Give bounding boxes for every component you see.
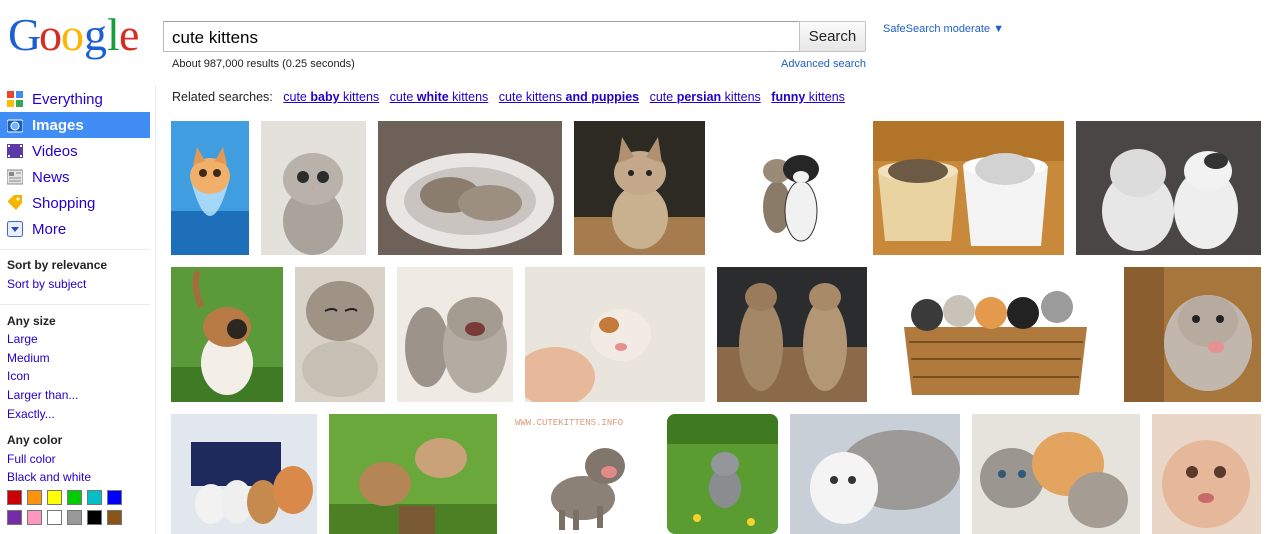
divider (0, 249, 150, 250)
image-result[interactable] (1076, 121, 1261, 255)
nav-item-videos[interactable]: Videos (0, 138, 155, 164)
image-result[interactable] (879, 267, 1112, 402)
svg-text:l: l (107, 10, 120, 60)
sort-by-subject-link[interactable]: Sort by subject (7, 277, 86, 291)
related-link[interactable]: cute white kittens (390, 90, 489, 104)
size-icon-link[interactable]: Icon (7, 369, 30, 383)
svg-text:g: g (84, 10, 107, 60)
nav-item-news[interactable]: News (0, 164, 155, 190)
related-link[interactable]: funny kittens (771, 90, 845, 104)
image-result[interactable] (171, 414, 317, 534)
color-swatch[interactable] (87, 510, 102, 525)
safesearch-dropdown[interactable]: SafeSearch moderate ▼ (883, 23, 1004, 35)
image-result[interactable] (378, 121, 562, 255)
related-link[interactable]: cute kittens and puppies (499, 90, 639, 104)
color-heading: Any color (7, 433, 63, 447)
full-color-link[interactable]: Full color (7, 452, 56, 466)
nav-label: Videos (32, 142, 78, 160)
nav-label: Everything (32, 90, 103, 108)
result-stats: About 987,000 results (0.25 seconds) (172, 58, 355, 70)
color-swatch[interactable] (87, 490, 102, 505)
size-medium-link[interactable]: Medium (7, 351, 50, 365)
color-swatch[interactable] (107, 490, 122, 505)
chevron-down-icon (7, 221, 23, 237)
advanced-search-link[interactable]: Advanced search (781, 58, 866, 70)
nav-label: News (32, 168, 70, 186)
image-result[interactable]: WWW.CUTEKITTENS.INFO (509, 414, 655, 534)
black-and-white-link[interactable]: Black and white (7, 470, 91, 484)
image-result[interactable] (717, 121, 861, 255)
svg-text:G: G (8, 10, 41, 60)
watermark-text: WWW.CUTEKITTENS.INFO (515, 418, 623, 428)
everything-icon (7, 91, 23, 107)
color-swatch[interactable] (107, 510, 122, 525)
color-swatch[interactable] (47, 490, 62, 505)
tag-icon (7, 195, 23, 211)
newspaper-icon (6, 169, 24, 185)
color-swatch[interactable] (47, 510, 62, 525)
related-label: Related searches: (172, 90, 273, 104)
image-result[interactable] (525, 267, 705, 402)
size-large-link[interactable]: Large (7, 332, 38, 346)
column-divider (155, 85, 156, 534)
size-exactly-link[interactable]: Exactly... (7, 407, 55, 421)
color-swatch[interactable] (67, 510, 82, 525)
svg-text:o: o (39, 10, 62, 60)
related-searches: Related searches: cute baby kittens cute… (172, 90, 845, 104)
nav-item-everything[interactable]: Everything (0, 86, 155, 112)
divider (0, 304, 150, 305)
image-result[interactable] (171, 121, 249, 255)
image-result[interactable] (790, 414, 960, 534)
color-swatch[interactable] (67, 490, 82, 505)
image-result[interactable] (717, 267, 867, 402)
google-logo[interactable]: G o o g l e (8, 10, 144, 62)
search-input[interactable] (163, 21, 799, 52)
left-nav: Everything Images Videos News Shopping M… (0, 86, 155, 242)
image-result[interactable] (574, 121, 705, 255)
color-swatch[interactable] (7, 490, 22, 505)
color-swatch[interactable] (7, 510, 22, 525)
film-icon (7, 143, 23, 159)
image-result[interactable] (873, 121, 1064, 255)
image-result[interactable] (295, 267, 385, 402)
search-bar: Search (163, 21, 866, 52)
image-result[interactable] (171, 267, 283, 402)
size-larger-than-link[interactable]: Larger than... (7, 388, 78, 402)
color-swatch[interactable] (27, 490, 42, 505)
camera-icon (6, 117, 24, 133)
image-result[interactable] (261, 121, 366, 255)
search-button[interactable]: Search (799, 21, 866, 52)
image-result[interactable] (329, 414, 497, 534)
image-result[interactable] (1152, 414, 1261, 534)
image-result[interactable] (1124, 267, 1261, 402)
nav-label: Images (32, 116, 84, 134)
color-swatch[interactable] (27, 510, 42, 525)
nav-item-images[interactable]: Images (0, 112, 150, 138)
nav-item-shopping[interactable]: Shopping (0, 190, 155, 216)
sort-heading: Sort by relevance (7, 258, 108, 272)
image-result[interactable] (397, 267, 513, 402)
image-result[interactable] (667, 414, 778, 534)
svg-text:o: o (61, 10, 84, 60)
image-result[interactable] (972, 414, 1140, 534)
related-link[interactable]: cute persian kittens (650, 90, 761, 104)
related-link[interactable]: cute baby kittens (283, 90, 379, 104)
nav-item-more[interactable]: More (0, 216, 155, 242)
size-heading: Any size (7, 314, 56, 328)
nav-label: More (32, 220, 67, 238)
nav-label: Shopping (32, 194, 96, 212)
svg-text:e: e (119, 10, 139, 60)
